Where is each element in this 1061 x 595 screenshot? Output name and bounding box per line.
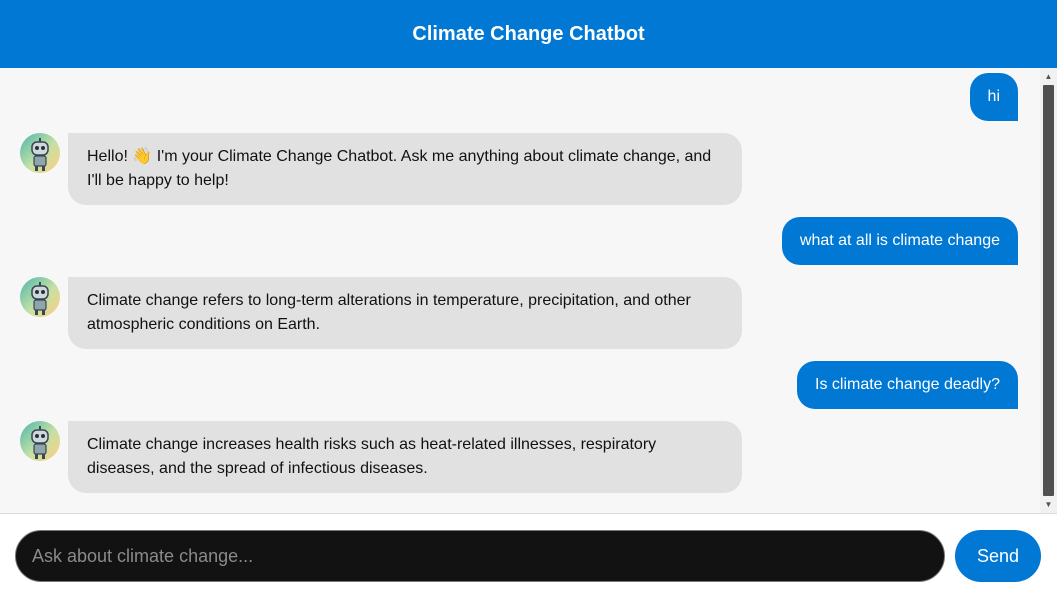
scroll-up-arrow-icon[interactable]: ▲ <box>1040 68 1057 85</box>
bot-message: Climate change refers to long-term alter… <box>68 277 742 349</box>
message-input[interactable] <box>15 530 945 582</box>
bot-message: Hello! 👋 I'm your Climate Change Chatbot… <box>68 133 742 205</box>
robot-icon <box>31 282 49 315</box>
bot-message-row: Climate change refers to long-term alter… <box>20 277 742 349</box>
bot-avatar <box>20 421 60 461</box>
app-header: Climate Change Chatbot <box>0 0 1057 68</box>
bot-avatar <box>20 133 60 173</box>
chat-scrollbar[interactable]: ▲ ▼ <box>1040 68 1057 513</box>
user-message: hi <box>969 73 1018 121</box>
user-message: what at all is climate change <box>781 217 1018 265</box>
bot-message-row: Hello! 👋 I'm your Climate Change Chatbot… <box>20 133 742 205</box>
window-edge <box>1057 0 1061 595</box>
robot-icon <box>31 426 49 459</box>
app-title: Climate Change Chatbot <box>412 22 645 45</box>
bot-message: Climate change increases health risks su… <box>68 421 742 493</box>
bot-message-row: Climate change increases health risks su… <box>20 421 742 493</box>
chat-history[interactable]: hi Hello! 👋 I'm your Climate Change Chat… <box>0 68 1040 513</box>
chatbot-app: Climate Change Chatbot hi Hello! 👋 I'm y… <box>0 0 1061 595</box>
input-bar: Send <box>0 513 1057 595</box>
user-message: Is climate change deadly? <box>797 361 1018 409</box>
robot-icon <box>31 138 49 171</box>
scrollbar-thumb[interactable] <box>1043 85 1054 496</box>
bot-avatar <box>20 277 60 317</box>
send-button[interactable]: Send <box>955 530 1041 582</box>
scroll-down-arrow-icon[interactable]: ▼ <box>1040 496 1057 513</box>
